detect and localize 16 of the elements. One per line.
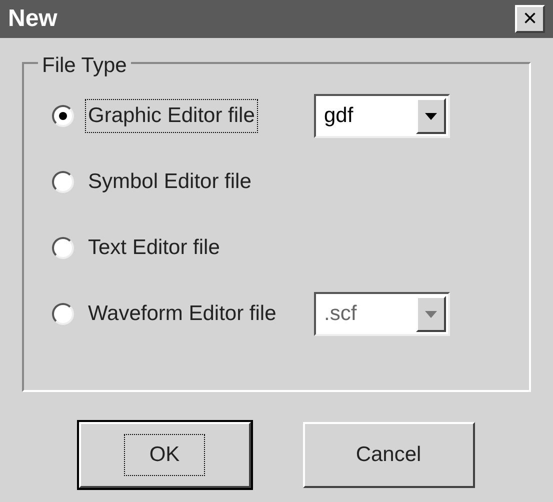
dropdown[interactable]: gdf — [314, 94, 450, 138]
window-title: New — [8, 4, 58, 34]
caret-icon[interactable] — [416, 98, 446, 134]
radio-label[interactable]: Text Editor file — [86, 232, 222, 264]
dropdown-value: gdf — [324, 103, 354, 130]
radio-button[interactable] — [52, 303, 74, 325]
radio-label[interactable]: Waveform Editor file — [86, 298, 278, 330]
dialog-button[interactable]: Cancel — [302, 422, 474, 488]
radio-label[interactable]: Symbol Editor file — [86, 166, 254, 198]
radio-button[interactable] — [52, 105, 74, 127]
close-button[interactable]: × — [515, 5, 545, 33]
radio-label[interactable]: Graphic Editor file — [86, 100, 257, 132]
radio-button[interactable] — [52, 171, 74, 193]
radio-button[interactable] — [52, 237, 74, 259]
dialog-button[interactable]: OK — [78, 422, 250, 488]
dropdown-value: .scf — [324, 301, 357, 328]
